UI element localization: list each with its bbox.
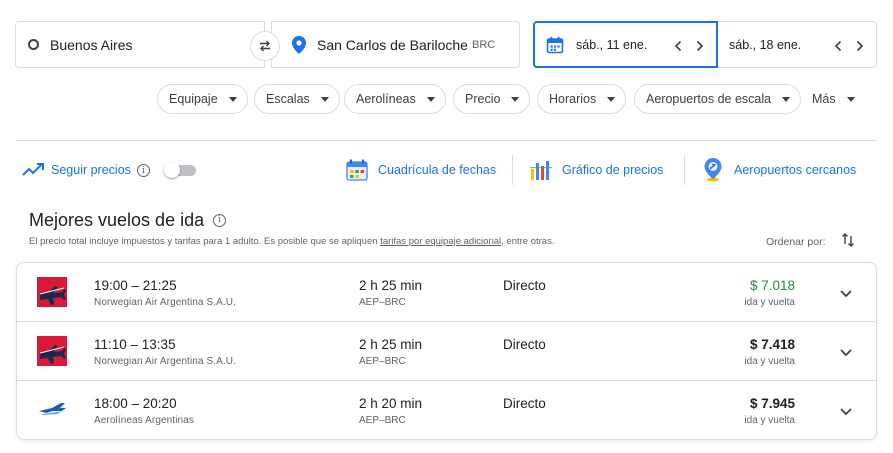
origin-field[interactable]: Buenos Aires bbox=[15, 21, 265, 68]
destination-field[interactable]: San Carlos de Bariloche BRC bbox=[271, 21, 520, 68]
return-date-text: sáb., 18 ene. bbox=[729, 37, 802, 52]
filter-chip-label: Horarios bbox=[549, 92, 597, 106]
tools-separator bbox=[684, 155, 685, 185]
origin-text: Buenos Aires bbox=[50, 36, 133, 53]
date-grid-button[interactable]: Cuadrícula de fechas bbox=[344, 155, 496, 185]
calendar-icon bbox=[546, 36, 564, 53]
flight-row[interactable]: 11:10 – 13:35 Norwegian Air Argentina S.… bbox=[17, 322, 876, 381]
filter-chip-horarios[interactable]: Horarios bbox=[537, 84, 627, 114]
price-graph-icon bbox=[530, 161, 552, 180]
date-grid-label: Cuadrícula de fechas bbox=[378, 163, 497, 177]
nearby-airports-icon bbox=[704, 158, 722, 182]
filter-chip-aerolineas[interactable]: Aerolíneas bbox=[344, 84, 446, 114]
info-icon[interactable]: i bbox=[137, 164, 150, 177]
chevron-right-icon[interactable] bbox=[856, 39, 864, 51]
dropdown-caret-icon bbox=[782, 96, 791, 102]
flight-duration: 2 h 25 min bbox=[359, 337, 423, 352]
chevron-left-icon[interactable] bbox=[834, 39, 842, 51]
norwegian-logo-icon bbox=[37, 336, 67, 366]
norwegian-logo-icon bbox=[37, 277, 67, 307]
aerolineas-logo-icon bbox=[39, 403, 66, 415]
flight-times: 18:00 – 20:20 bbox=[94, 396, 177, 411]
depart-date-field[interactable]: sáb., 11 ene. bbox=[533, 21, 718, 68]
dropdown-caret-icon bbox=[320, 96, 329, 102]
expand-chevron-icon[interactable] bbox=[838, 344, 854, 360]
dropdown-caret-icon bbox=[511, 96, 520, 102]
expand-chevron-icon[interactable] bbox=[838, 285, 854, 301]
filter-chip-label: Escalas bbox=[266, 92, 310, 106]
flight-price: $ 7.418 bbox=[749, 337, 795, 352]
tools-separator bbox=[512, 155, 513, 185]
results-title-text: Mejores vuelos de ida bbox=[29, 210, 205, 230]
flight-price: $ 7.945 bbox=[749, 396, 795, 411]
filter-chip-label: Aerolíneas bbox=[356, 92, 416, 106]
flight-duration: 2 h 25 min bbox=[359, 278, 423, 293]
filter-chip-escalas[interactable]: Escalas bbox=[254, 84, 340, 114]
dropdown-caret-icon bbox=[426, 96, 435, 102]
flight-stops: Directo bbox=[503, 337, 546, 352]
flight-duration: 2 h 20 min bbox=[359, 396, 423, 411]
price-graph-button[interactable]: Gráfico de precios bbox=[528, 155, 663, 185]
filter-chip-label: Equipaje bbox=[169, 92, 218, 106]
baggage-fees-link[interactable]: tarifas por equipaje adicional bbox=[380, 236, 501, 247]
swap-icon bbox=[260, 40, 270, 52]
filter-chip-equipaje[interactable]: Equipaje bbox=[157, 84, 248, 114]
flight-route: AEP–BRC bbox=[359, 415, 406, 426]
location-pin-icon bbox=[292, 35, 306, 54]
flight-airline: Norwegian Air Argentina S.A.U. bbox=[94, 356, 236, 367]
swap-button[interactable] bbox=[250, 31, 280, 61]
flight-results-list: 19:00 – 21:25 Norwegian Air Argentina S.… bbox=[16, 262, 877, 440]
flight-times: 19:00 – 21:25 bbox=[94, 278, 177, 293]
flight-trip-type: ida y vuelta bbox=[744, 356, 795, 367]
flight-row[interactable]: 19:00 – 21:25 Norwegian Air Argentina S.… bbox=[17, 263, 876, 322]
info-icon[interactable]: i bbox=[213, 213, 227, 227]
track-prices-label[interactable]: Seguir precios bbox=[51, 163, 131, 177]
tools-bar: Seguir precios i Cuadrícula de fechas Gr… bbox=[0, 155, 893, 185]
destination-text: San Carlos de Bariloche bbox=[317, 36, 468, 53]
flight-price: $ 7.018 bbox=[749, 278, 795, 293]
filter-chip-label: Aeropuertos de escala bbox=[646, 92, 772, 106]
flight-stops: Directo bbox=[503, 278, 546, 293]
filter-more-button[interactable]: Más bbox=[812, 84, 855, 114]
results-title: Mejores vuelos de ida i bbox=[29, 210, 227, 231]
flight-stops: Directo bbox=[503, 396, 546, 411]
chevron-right-icon[interactable] bbox=[696, 39, 704, 51]
flight-airline: Norwegian Air Argentina S.A.U. bbox=[94, 297, 236, 308]
destination-code: BRC bbox=[471, 38, 496, 51]
nearby-airports-button[interactable]: Aeropuertos cercanos bbox=[700, 155, 856, 185]
chevron-left-icon[interactable] bbox=[674, 39, 682, 51]
section-divider bbox=[16, 140, 877, 141]
nearby-airports-label: Aeropuertos cercanos bbox=[734, 163, 857, 177]
flight-route: AEP–BRC bbox=[359, 297, 406, 308]
filter-chip-label: Precio bbox=[465, 92, 501, 106]
disclaimer-text-end: , entre otras. bbox=[501, 236, 555, 247]
sort-icon[interactable] bbox=[840, 232, 856, 248]
expand-chevron-icon[interactable] bbox=[838, 403, 854, 419]
sort-label: Ordenar por: bbox=[766, 236, 826, 248]
origin-ring-icon bbox=[28, 39, 39, 50]
flight-airline: Aerolíneas Argentinas bbox=[94, 415, 194, 426]
track-prices-toggle[interactable] bbox=[164, 162, 196, 178]
disclaimer-text: El precio total incluye impuestos y tari… bbox=[29, 236, 381, 247]
price-disclaimer: El precio total incluye impuestos y tari… bbox=[29, 236, 554, 247]
return-date-field[interactable]: sáb., 18 ene. bbox=[716, 21, 877, 68]
dropdown-caret-icon bbox=[228, 96, 237, 102]
dropdown-caret-icon bbox=[607, 96, 616, 102]
flight-route: AEP–BRC bbox=[359, 356, 406, 367]
price-graph-label: Gráfico de precios bbox=[562, 163, 664, 177]
dropdown-caret-icon bbox=[846, 96, 855, 102]
flight-row[interactable]: 18:00 – 20:20 Aerolíneas Argentinas 2 h … bbox=[17, 381, 876, 439]
filter-more-label: Más bbox=[812, 92, 836, 106]
date-grid-icon bbox=[346, 159, 368, 181]
depart-date-text: sáb., 11 ene. bbox=[576, 37, 648, 52]
trend-icon bbox=[22, 163, 44, 176]
flight-trip-type: ida y vuelta bbox=[744, 297, 795, 308]
flight-times: 11:10 – 13:35 bbox=[94, 337, 176, 352]
flight-trip-type: ida y vuelta bbox=[744, 415, 795, 426]
filter-chip-precio[interactable]: Precio bbox=[453, 84, 531, 114]
filter-chip-aeropuertos-escala[interactable]: Aeropuertos de escala bbox=[634, 84, 802, 114]
